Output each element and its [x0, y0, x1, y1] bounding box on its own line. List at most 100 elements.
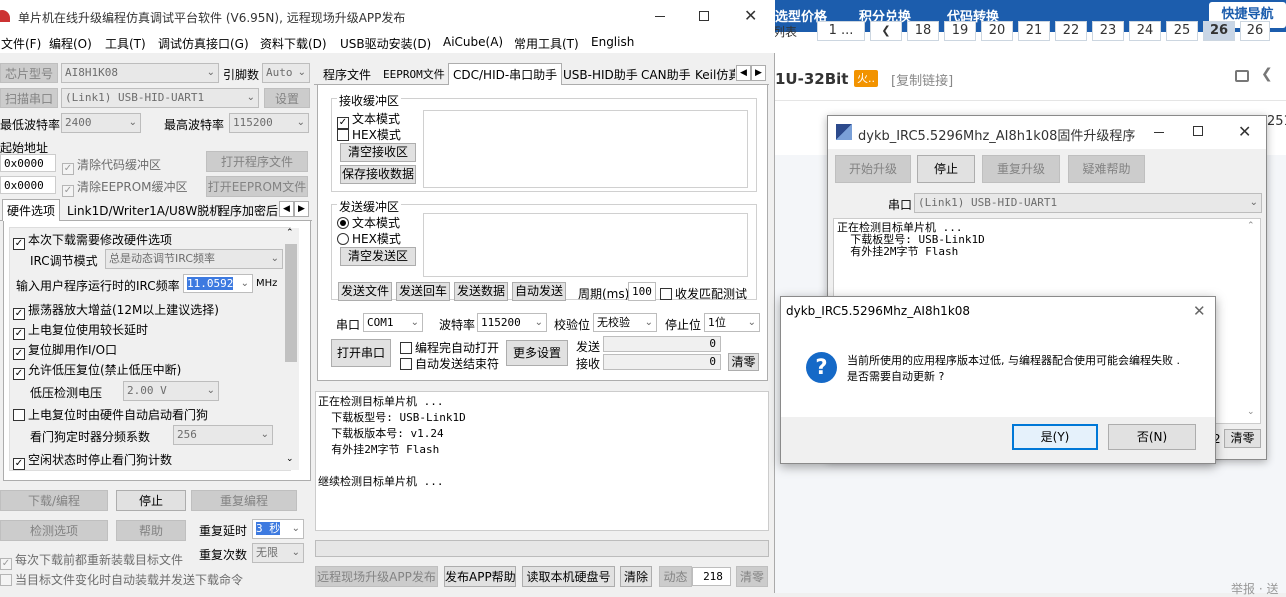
upgrade-stop-button[interactable]: 停止 [917, 155, 975, 183]
auto-send-button[interactable]: 自动发送 [512, 282, 566, 301]
eeprom-address-input[interactable]: 0x0000 [0, 176, 56, 194]
repeat-count-select[interactable]: 无限 ⌄ [252, 543, 304, 563]
com-port-select[interactable]: COM1 ⌄ [363, 313, 423, 332]
tab-program-file[interactable]: 程序文件 [318, 63, 376, 85]
scroll-thumb[interactable] [285, 244, 297, 362]
bottom-right-links[interactable]: 举报 · 送 [1231, 580, 1278, 597]
page-link[interactable]: 1 ... [817, 21, 865, 41]
period-input[interactable]: 100 [628, 282, 656, 301]
menu-program[interactable]: 编程(O) [49, 35, 92, 52]
tab-scroll-right[interactable]: ▶ [294, 201, 309, 217]
clear-count2-button[interactable]: 清零 [736, 566, 768, 587]
page-link[interactable]: 26 [1203, 21, 1235, 41]
clear-code-checkbox[interactable]: ✓ 清除代码缓冲区 [62, 156, 161, 175]
read-disk-button[interactable]: 读取本机硬盘号 [522, 566, 615, 587]
settings-button[interactable]: 设置 [264, 88, 310, 108]
hw-opt-long-delay[interactable]: ✓ 上电复位使用较长延时 [13, 321, 148, 340]
hw-opt-idle-stop[interactable]: ✓ 空闲状态时停止看门狗计数 [13, 451, 172, 470]
copy-link[interactable]: [复制链接] [891, 70, 953, 89]
low-voltage-select[interactable]: 2.00 V ⌄ [123, 381, 219, 401]
publish-help-button[interactable]: 发布APP帮助 [444, 566, 516, 587]
remote-upgrade-button[interactable]: 远程现场升级APP发布 [315, 566, 438, 587]
baud-select[interactable]: 115200 ⌄ [477, 313, 547, 332]
close-icon[interactable]: ✕ [744, 6, 757, 25]
upgrade-log-scroll-down[interactable]: ⌄ [1247, 407, 1255, 417]
upgrade-port-select[interactable]: (Link1) USB-HID-UART1 ⌄ [914, 193, 1262, 213]
dialog-yes-button[interactable]: 是(Y) [1012, 424, 1098, 450]
tab-eeprom-file[interactable]: EEPROM文件 [378, 63, 450, 85]
auto-send-end-checkbox[interactable]: 自动发送结束符 [400, 355, 499, 372]
page-prev-icon[interactable]: ❮ [870, 21, 902, 41]
irc-mode-select[interactable]: 总是动态调节IRC频率 ⌄ [105, 249, 283, 269]
menu-docs[interactable]: 资料下载(D) [260, 35, 327, 52]
autoload-checkbox[interactable]: 当目标文件变化时自动装载并发送下载命令 [0, 571, 243, 588]
upgrade-maximize-icon[interactable] [1193, 126, 1203, 136]
upgrade-clear-button[interactable]: 清零 [1224, 429, 1261, 448]
page-link[interactable]: 26 [1240, 21, 1270, 41]
parity-select[interactable]: 无校验 ⌄ [593, 313, 657, 332]
send-data-button[interactable]: 发送数据 [454, 282, 508, 301]
clear-log-button[interactable]: 清除 [620, 566, 652, 587]
menu-common[interactable]: 常用工具(T) [514, 35, 579, 52]
tab-usb-hid[interactable]: USB-HID助手 [558, 63, 643, 85]
open-eeprom-file-button[interactable]: 打开EEPROM文件 [206, 176, 308, 197]
tab-keil[interactable]: Keil仿真 [690, 63, 736, 85]
more-settings-button[interactable]: 更多设置 [506, 340, 568, 366]
scan-port-button[interactable]: 扫描串口 [0, 88, 58, 108]
dynamic-button[interactable]: 动态 [659, 566, 692, 587]
repeat-upgrade-button[interactable]: 重复升级 [982, 155, 1060, 183]
hw-opt-low-voltage[interactable]: ✓ 允许低压复位(禁止低压中断) [13, 361, 181, 380]
download-program-button[interactable]: 下载/编程 [0, 490, 108, 511]
page-link[interactable]: 23 [1092, 21, 1124, 41]
irc-freq-select[interactable]: 11.0592 ⌄ [183, 274, 253, 293]
pin-count-select[interactable]: Auto ⌄ [262, 63, 310, 83]
tab-hardware-options[interactable]: 硬件选项 [2, 199, 61, 221]
dialog-no-button[interactable]: 否(N) [1108, 424, 1196, 450]
send-file-button[interactable]: 发送文件 [338, 282, 392, 301]
chip-select[interactable]: AI8H1K08 ⌄ [61, 63, 219, 83]
tab-serial-assistant[interactable]: CDC/HID-串口助手 [448, 63, 563, 85]
receive-textarea[interactable] [423, 110, 748, 188]
page-link[interactable]: 19 [944, 21, 976, 41]
send-return-button[interactable]: 发送回车 [396, 282, 450, 301]
chip-model-button[interactable]: 芯片型号 [0, 63, 58, 83]
scroll-down-icon[interactable]: ⌄ [286, 454, 294, 464]
reload-checkbox[interactable]: ✓ 每次下载前都重新装载目标文件 [0, 551, 183, 570]
print-icon[interactable] [1235, 70, 1249, 82]
stop-button[interactable]: 停止 [116, 490, 186, 511]
open-port-button[interactable]: 打开串口 [331, 339, 391, 367]
clear-eeprom-checkbox[interactable]: ✓ 清除EEPROM缓冲区 [62, 178, 188, 197]
watchdog-div-select[interactable]: 256 ⌄ [173, 425, 273, 445]
upgrade-minimize-icon[interactable] [1154, 132, 1164, 133]
page-link[interactable]: 22 [1055, 21, 1087, 41]
menu-file[interactable]: 文件(F) [1, 35, 41, 52]
menu-tools[interactable]: 工具(T) [105, 35, 146, 52]
upgrade-log-scroll-up[interactable]: ⌃ [1247, 221, 1255, 231]
open-program-file-button[interactable]: 打开程序文件 [206, 151, 308, 172]
stop-bit-select[interactable]: 1位 ⌄ [704, 313, 760, 332]
tab-link1d[interactable]: Link1D/Writer1A/U8W脱机 [62, 199, 226, 221]
repeat-program-button[interactable]: 重复编程 [191, 490, 297, 511]
clear-receive-button[interactable]: 清空接收区 [340, 143, 416, 162]
hw-opt-gain[interactable]: ✓ 振荡器放大增益(12M以上建议选择) [13, 301, 219, 320]
page-link[interactable]: 24 [1129, 21, 1161, 41]
min-baud-select[interactable]: 2400 ⌄ [61, 113, 141, 133]
start-upgrade-button[interactable]: 开始升级 [835, 155, 911, 183]
right-tab-scroll-left[interactable]: ◀ [736, 65, 751, 81]
right-tab-scroll-right[interactable]: ▶ [751, 65, 766, 81]
auto-open-checkbox[interactable]: 编程完自动打开 [400, 339, 499, 356]
code-address-input[interactable]: 0x0000 [0, 154, 56, 172]
tab-encrypt[interactable]: 程序加密后 [213, 199, 279, 221]
tab-scroll-left[interactable]: ◀ [279, 201, 294, 217]
dialog-close-icon[interactable]: ✕ [1193, 302, 1206, 320]
menu-english[interactable]: English [591, 35, 634, 49]
save-receive-button[interactable]: 保存接收数据 [340, 165, 416, 184]
help-button[interactable]: 帮助 [116, 520, 186, 541]
maximize-icon[interactable] [699, 11, 709, 21]
detect-options-button[interactable]: 检测选项 [0, 520, 108, 541]
clear-send-button[interactable]: 清空发送区 [340, 247, 416, 266]
port-select[interactable]: (Link1) USB-HID-UART1 ⌄ [61, 88, 259, 108]
upgrade-close-icon[interactable]: ✕ [1238, 122, 1251, 141]
send-hex-mode[interactable]: HEX模式 [337, 230, 401, 247]
menu-usb[interactable]: USB驱动安装(D) [340, 35, 431, 52]
